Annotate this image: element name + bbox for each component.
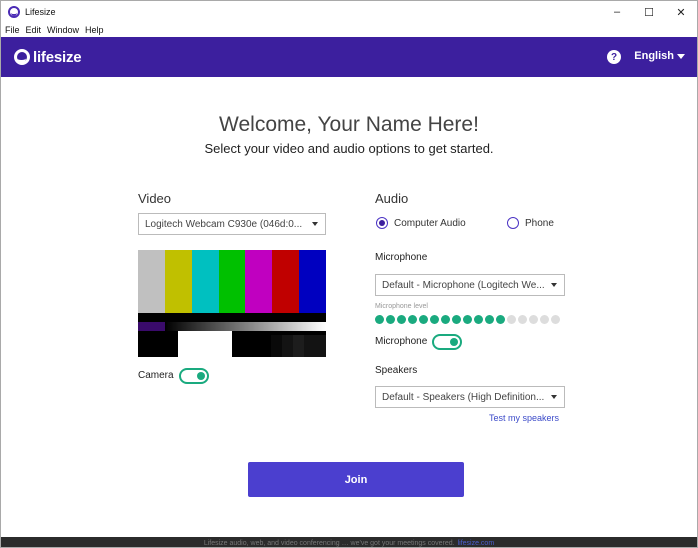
- language-label: English: [634, 50, 674, 62]
- camera-select-value: Logitech Webcam C930e (046d:0...: [145, 218, 303, 230]
- microphone-title: Microphone: [375, 252, 428, 263]
- camera-toggle-label: Camera: [138, 370, 174, 381]
- audio-section-label: Audio: [375, 191, 409, 206]
- level-dot: [430, 315, 439, 324]
- lifesize-logo: lifesize: [14, 48, 82, 66]
- menu-help[interactable]: Help: [85, 25, 104, 35]
- color-bars-strip: [138, 313, 326, 322]
- phone-label: Phone: [525, 218, 554, 229]
- speakers-select-value: Default - Speakers (High Definition...: [382, 391, 545, 403]
- pluge-bar-2: [293, 335, 304, 357]
- dropdown-arrow-icon: [312, 222, 318, 226]
- level-dot: [463, 315, 472, 324]
- pluge-bar-4: [315, 335, 326, 357]
- level-dot: [386, 315, 395, 324]
- level-dot: [452, 315, 461, 324]
- lifesize-logo-icon: [14, 49, 30, 65]
- pluge-bar-0: [271, 335, 282, 357]
- language-selector[interactable]: English: [634, 50, 685, 62]
- color-bar-3: [218, 250, 246, 313]
- welcome-subtitle: Select your video and audio options to g…: [204, 141, 494, 156]
- window-title: Lifesize: [25, 7, 56, 17]
- footer: Lifesize audio, web, and video conferenc…: [1, 537, 697, 547]
- computer-audio-radio[interactable]: [376, 217, 388, 229]
- pluge-bars: [271, 335, 326, 357]
- color-bar-1: [164, 250, 192, 313]
- level-dot: [408, 315, 417, 324]
- window-controls: – ☐ ✕: [601, 1, 697, 23]
- level-dot: [419, 315, 428, 324]
- video-section-label: Video: [138, 191, 172, 206]
- menu-file[interactable]: File: [5, 25, 20, 35]
- color-bar-0: [138, 250, 165, 313]
- menu-bar: File Edit Window Help: [1, 23, 697, 37]
- footer-text: Lifesize audio, web, and video conferenc…: [203, 539, 455, 547]
- brand-header: lifesize ? English: [1, 37, 697, 77]
- level-dot: [540, 315, 549, 324]
- welcome-heading: Welcome, Your Name Here!: [219, 113, 479, 136]
- color-bar-4: [245, 250, 273, 313]
- camera-select[interactable]: Logitech Webcam C930e (046d:0...: [138, 213, 326, 235]
- level-dot: [507, 315, 516, 324]
- phone-radio[interactable]: [507, 217, 519, 229]
- color-bar-2: [191, 250, 219, 313]
- dropdown-arrow-icon: [551, 283, 557, 287]
- level-dot: [485, 315, 494, 324]
- minimize-button[interactable]: –: [601, 1, 633, 23]
- color-bar-6: [299, 250, 326, 313]
- level-dot: [529, 315, 538, 324]
- level-dot: [375, 315, 384, 324]
- pluge-bar-1: [282, 335, 293, 357]
- caret-down-icon: [677, 53, 685, 59]
- app-window: Lifesize – ☐ ✕ File Edit Window Help lif…: [0, 0, 698, 548]
- microphone-select-value: Default - Microphone (Logitech We...: [382, 279, 545, 291]
- level-dot: [441, 315, 450, 324]
- computer-audio-label: Computer Audio: [394, 218, 466, 229]
- speakers-select[interactable]: Default - Speakers (High Definition...: [375, 386, 565, 408]
- gray-ramp: [165, 322, 326, 331]
- pluge-bar-3: [304, 335, 315, 357]
- help-icon[interactable]: ?: [607, 50, 621, 64]
- microphone-level-meter: [375, 315, 562, 324]
- microphone-toggle-label: Microphone: [375, 336, 428, 347]
- menu-window[interactable]: Window: [47, 25, 79, 35]
- dropdown-arrow-icon: [551, 395, 557, 399]
- level-dot: [518, 315, 527, 324]
- test-pattern-block: [138, 322, 165, 331]
- color-bar-5: [272, 250, 300, 313]
- test-speakers-link[interactable]: Test my speakers: [489, 413, 559, 423]
- camera-toggle[interactable]: [179, 368, 209, 384]
- microphone-level-label: Microphone level: [375, 303, 428, 310]
- level-dot: [551, 315, 560, 324]
- join-button[interactable]: Join: [248, 462, 464, 497]
- level-dot: [496, 315, 505, 324]
- title-bar: Lifesize – ☐ ✕: [1, 1, 697, 23]
- logo-text: lifesize: [33, 48, 82, 66]
- level-dot: [474, 315, 483, 324]
- lifesize-app-icon: [8, 6, 20, 18]
- maximize-button[interactable]: ☐: [633, 1, 665, 23]
- white-block: [178, 331, 232, 357]
- menu-edit[interactable]: Edit: [26, 25, 42, 35]
- speakers-title: Speakers: [375, 365, 418, 376]
- level-dot: [397, 315, 406, 324]
- video-preview: [138, 250, 326, 357]
- microphone-select[interactable]: Default - Microphone (Logitech We...: [375, 274, 565, 296]
- close-button[interactable]: ✕: [665, 1, 697, 23]
- microphone-toggle[interactable]: [432, 334, 462, 350]
- color-bars: [138, 250, 326, 313]
- footer-link[interactable]: lifesize.com: [458, 540, 495, 547]
